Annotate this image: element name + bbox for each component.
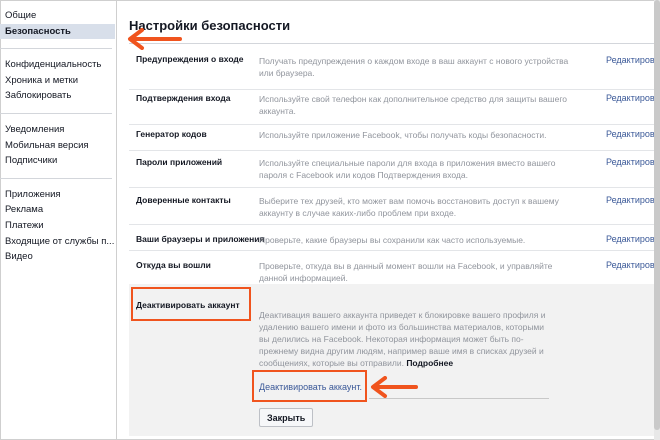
- sidebar-group-notifications: Уведомления Мобильная версия Подписчики: [0, 122, 115, 169]
- edit-link[interactable]: Редактировать: [606, 129, 660, 139]
- settings-sidebar: Общие Безопасность Конфиденциальность Хр…: [0, 8, 115, 274]
- sidebar-item-notifications[interactable]: Уведомления: [0, 122, 115, 138]
- sidebar-item-payments[interactable]: Платежи: [0, 218, 115, 234]
- left-arrow-icon: [371, 376, 418, 398]
- row-label: Откуда вы вошли: [136, 260, 211, 270]
- settings-row-login-approvals[interactable]: Подтверждения входа Используйте свой тел…: [129, 90, 660, 125]
- row-description: Проверьте, откуда вы в данный момент вош…: [259, 261, 553, 283]
- sidebar-group-privacy: Конфиденциальность Хроника и метки Забло…: [0, 57, 115, 104]
- row-label: Пароли приложений: [136, 157, 223, 167]
- sidebar-item-general[interactable]: Общие: [0, 8, 115, 24]
- sidebar-item-blocking[interactable]: Заблокировать: [0, 88, 115, 104]
- sidebar-item-security[interactable]: Безопасность: [0, 23, 115, 40]
- deactivate-divider: [369, 398, 549, 399]
- edit-link[interactable]: Редактировать: [606, 234, 660, 244]
- sidebar-item-timeline[interactable]: Хроника и метки: [0, 73, 115, 89]
- settings-row-browsers-apps[interactable]: Ваши браузеры и приложения Проверьте, ка…: [129, 225, 660, 251]
- sidebar-item-privacy[interactable]: Конфиденциальность: [0, 57, 115, 73]
- security-settings-panel: Настройки безопасности Предупреждения о …: [117, 0, 660, 440]
- sidebar-divider: [0, 177, 112, 179]
- sidebar-group-apps: Приложения Реклама Платежи Входящие от с…: [0, 187, 115, 265]
- edit-link[interactable]: Редактировать: [606, 260, 660, 270]
- row-label: Предупреждения о входе: [136, 54, 244, 64]
- row-label: Подтверждения входа: [136, 93, 231, 103]
- scrollbar[interactable]: [654, 0, 660, 440]
- row-description: Выберите тех друзей, кто может вам помоч…: [259, 196, 559, 218]
- row-description: Получать предупреждения о каждом входе в…: [259, 56, 569, 78]
- row-description: Используйте приложение Facebook, чтобы п…: [259, 130, 547, 140]
- sidebar-item-videos[interactable]: Видео: [0, 249, 115, 265]
- row-label: Доверенные контакты: [136, 195, 231, 205]
- left-arrow-icon: [128, 28, 182, 50]
- sidebar-group-general: Общие Безопасность: [0, 8, 115, 40]
- sidebar-divider: [0, 48, 112, 50]
- annotation-box-deactivate-label: [131, 287, 251, 321]
- edit-link[interactable]: Редактировать: [606, 55, 660, 65]
- sidebar-divider: [0, 112, 112, 114]
- sidebar-item-apps[interactable]: Приложения: [0, 187, 115, 203]
- deactivate-description-text: Деактивация вашего аккаунта приведет к б…: [259, 310, 546, 368]
- sidebar-item-ads[interactable]: Реклама: [0, 202, 115, 218]
- sidebar-item-support-inbox[interactable]: Входящие от службы п...: [0, 234, 115, 250]
- settings-row-code-generator[interactable]: Генератор кодов Используйте приложение F…: [129, 125, 660, 151]
- annotation-box-deactivate-link: [252, 370, 367, 402]
- close-button[interactable]: Закрыть: [259, 408, 314, 427]
- deactivate-account-description: Деактивация вашего аккаунта приведет к б…: [259, 309, 555, 369]
- settings-row-app-passwords[interactable]: Пароли приложений Используйте специальны…: [129, 151, 660, 188]
- row-label: Ваши браузеры и приложения: [136, 234, 265, 244]
- settings-row-trusted-contacts[interactable]: Доверенные контакты Выберите тех друзей,…: [129, 188, 660, 225]
- row-description: Используйте специальные пароли для входа…: [259, 158, 556, 180]
- edit-link[interactable]: Редактировать: [606, 195, 660, 205]
- scrollbar-thumb[interactable]: [654, 0, 660, 430]
- sidebar-item-mobile[interactable]: Мобильная версия: [0, 138, 115, 154]
- edit-link[interactable]: Редактировать: [606, 93, 660, 103]
- sidebar-item-followers[interactable]: Подписчики: [0, 153, 115, 169]
- edit-link[interactable]: Редактировать: [606, 157, 660, 167]
- learn-more-link[interactable]: Подробнее: [406, 358, 453, 368]
- settings-row-where-logged-in[interactable]: Откуда вы вошли Проверьте, откуда вы в д…: [129, 251, 660, 284]
- row-description: Проверьте, какие браузеры вы сохранили к…: [259, 235, 526, 245]
- row-label: Генератор кодов: [136, 129, 207, 139]
- row-description: Используйте свой телефон как дополнитель…: [259, 94, 567, 116]
- settings-row-login-alerts[interactable]: Предупреждения о входе Получать предупре…: [129, 44, 660, 90]
